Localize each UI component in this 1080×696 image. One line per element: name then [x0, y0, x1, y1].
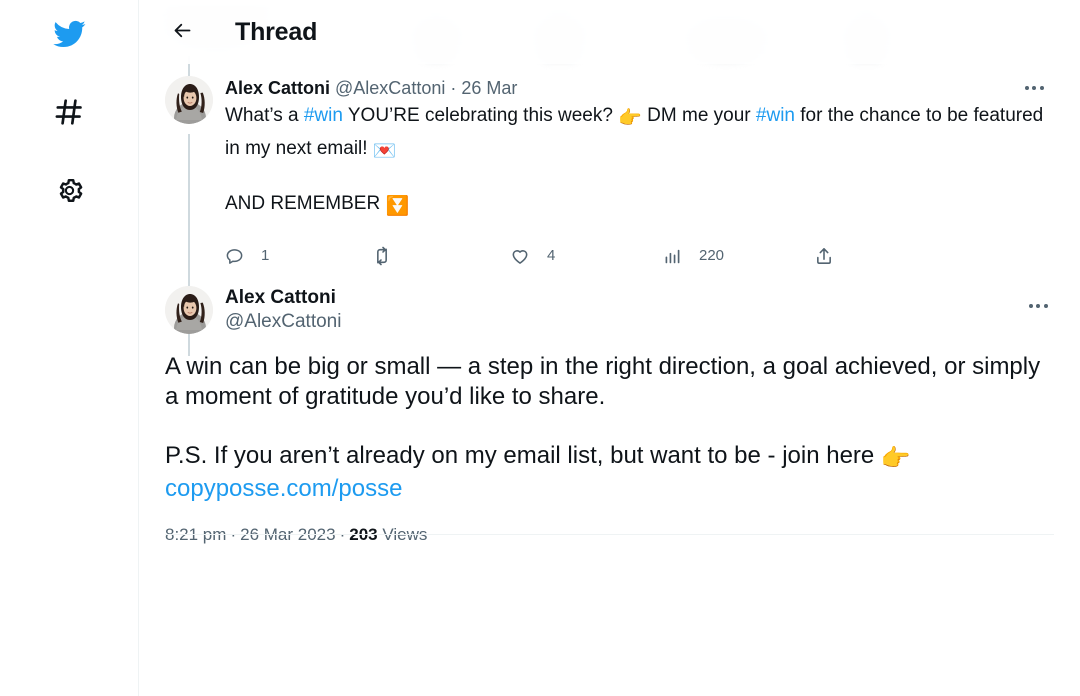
author-handle[interactable]: @AlexCattoni [335, 76, 445, 100]
text-fragment: YOU’RE celebrating this week? [342, 105, 619, 126]
twitter-thread-page: Thread Alex Cattoni @AlexCattoni · 26 Ma… [0, 0, 1080, 696]
sidebar-item-explore[interactable] [43, 86, 95, 138]
avatar-column [165, 56, 213, 356]
author-display-name[interactable]: Alex Cattoni [225, 76, 330, 100]
avatar[interactable] [165, 286, 213, 334]
more-horizontal-icon [1024, 86, 1044, 90]
share-icon [807, 239, 841, 273]
tweet-date[interactable]: 26 Mar [461, 76, 517, 100]
text-fragment: What’s a [225, 105, 304, 126]
tweet-focused[interactable]: Alex Cattoni @AlexCattoni A win can be b… [139, 274, 1080, 546]
text-fragment: DM me your [641, 105, 756, 126]
share-button[interactable] [815, 239, 841, 273]
pointing-right-emoji: 👉 [618, 108, 642, 129]
views-count: 220 [699, 247, 725, 264]
page-header: Thread [139, 0, 1080, 64]
author-handle[interactable]: @AlexCattoni [225, 310, 341, 334]
tweet-parent[interactable]: Alex Cattoni @AlexCattoni · 26 Mar What’ [139, 56, 1080, 356]
hashtag-icon [53, 96, 85, 128]
section-divider [165, 534, 1054, 535]
down-double-arrow-emoji: ⏬ [385, 196, 410, 217]
reply-icon [217, 239, 251, 273]
tweet-body: Alex Cattoni @AlexCattoni · 26 Mar What’ [225, 76, 1054, 274]
pointing-right-emoji: 👉 [880, 445, 911, 472]
more-horizontal-icon [1028, 304, 1048, 308]
retweet-icon [365, 239, 399, 273]
like-button[interactable]: 4 [511, 239, 663, 273]
sidebar-item-twitter-logo[interactable] [43, 8, 95, 60]
gear-icon [54, 175, 85, 206]
text-fragment: AND REMEMBER [225, 193, 386, 214]
main-column: Thread Alex Cattoni @AlexCattoni · 26 Ma… [139, 0, 1080, 696]
back-button[interactable] [165, 15, 199, 49]
tweet-paragraph-1: A win can be big or small — a step in th… [165, 353, 1041, 410]
retweet-button[interactable] [373, 239, 511, 273]
more-options-button[interactable] [1018, 72, 1050, 104]
tweet-paragraph-1: What’s a #win YOU’RE celebrating this we… [225, 101, 1050, 167]
tweet-text: A win can be big or small — a step in th… [165, 352, 1054, 504]
tweet-author-row: Alex Cattoni @AlexCattoni · 26 Mar [225, 76, 1050, 100]
sidebar-item-settings[interactable] [43, 164, 95, 216]
more-options-button[interactable] [1022, 290, 1054, 322]
external-link[interactable]: copyposse.com/posse [165, 475, 402, 502]
tweet-paragraph-2: AND REMEMBER ⏬ [225, 189, 1050, 222]
heart-icon [503, 239, 537, 273]
tweet-paragraph-2: P.S. If you aren’t already on my email l… [165, 441, 1054, 504]
reply-button[interactable]: 1 [225, 239, 373, 273]
separator-dot: · [450, 78, 457, 98]
hashtag-link-win-1[interactable]: #win [304, 105, 343, 126]
author-names: Alex Cattoni @AlexCattoni [225, 286, 341, 334]
thread-list: Alex Cattoni @AlexCattoni · 26 Mar What’ [139, 56, 1080, 696]
page-title: Thread [235, 17, 318, 46]
tweet-meta: 8:21 pm·26 Mar 2023·203 Views [165, 524, 1054, 546]
arrow-left-icon [172, 20, 193, 44]
author-display-name[interactable]: Alex Cattoni [225, 286, 341, 310]
twitter-logo-icon [52, 17, 86, 51]
views-button[interactable]: 220 [663, 239, 815, 273]
tweet-author-block: Alex Cattoni @AlexCattoni [165, 274, 1054, 334]
like-count: 4 [547, 247, 556, 264]
love-letter-emoji: 💌 [372, 141, 397, 162]
tweet-text: What’s a #win YOU’RE celebrating this we… [225, 101, 1050, 222]
tweet-action-bar: 1 4 220 [225, 238, 865, 274]
avatar[interactable] [165, 76, 213, 124]
analytics-icon [655, 239, 689, 273]
text-fragment: P.S. If you aren’t already on my email l… [165, 442, 881, 469]
hashtag-link-win-2[interactable]: #win [756, 105, 795, 126]
sidebar-nav [0, 0, 139, 696]
reply-count: 1 [261, 247, 270, 264]
